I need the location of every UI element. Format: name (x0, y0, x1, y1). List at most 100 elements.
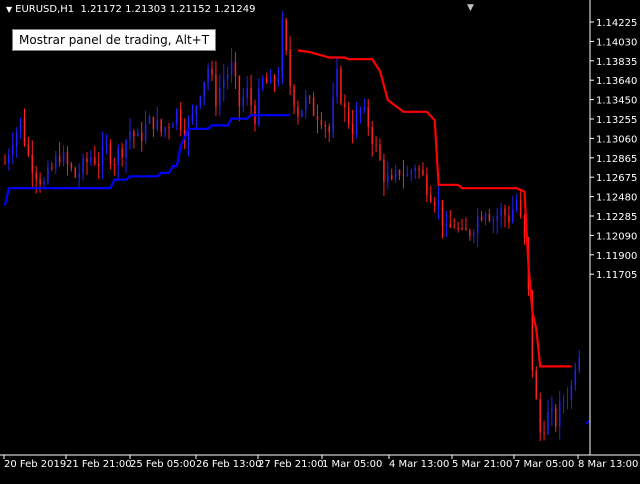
candle-body (211, 68, 213, 75)
candle-body (51, 167, 53, 169)
price-tick-label: 1.12090 (596, 231, 637, 242)
candle-body (97, 163, 100, 166)
candle-body (285, 20, 287, 50)
candle-body (301, 110, 303, 117)
ohlc-values: 1.21172 1.21303 1.21152 1.21249 (80, 4, 256, 15)
candle-body (441, 200, 444, 226)
candle-body (86, 158, 88, 162)
candle-body (578, 357, 580, 370)
candle-body (66, 152, 69, 165)
candle-body (230, 61, 233, 75)
candle-body (316, 115, 319, 121)
candle-body (504, 208, 506, 216)
candle-body (375, 144, 377, 146)
candle-body (484, 214, 487, 221)
candle-body (367, 107, 370, 128)
candle-body (558, 401, 561, 427)
candle-body (12, 145, 14, 156)
candle-body (461, 227, 463, 229)
candle-body (195, 106, 198, 115)
candle-body (47, 167, 49, 182)
candle-body (94, 156, 96, 164)
candle-body (328, 126, 330, 133)
candle-body (90, 156, 92, 162)
collapse-triangle-icon[interactable]: ▼ (467, 3, 474, 13)
candle-body (19, 118, 22, 132)
candle-body (199, 96, 202, 107)
candle-body (347, 107, 350, 125)
candle-body (8, 155, 10, 163)
candle-body (320, 120, 323, 125)
chart-window[interactable]: 1.14225 1.14030 1.13835 1.13640 1.13450 1.132… (0, 0, 640, 480)
time-tick-label: 1 Mar 05:00 (322, 459, 382, 470)
candle-body (414, 168, 416, 172)
candle-body (39, 178, 41, 185)
candle-body (109, 144, 112, 164)
triangle-down-icon[interactable]: ▼ (6, 5, 12, 14)
time-tick-label: 26 Feb 13:00 (196, 459, 262, 470)
candle-body (422, 169, 424, 175)
candle-body (562, 400, 565, 402)
candle-body (82, 158, 84, 174)
candle-body (297, 106, 299, 117)
candle-body (457, 227, 459, 229)
price-tick-label: 1.13255 (596, 115, 637, 126)
candle-body (180, 109, 182, 130)
candle-body (566, 399, 569, 401)
candle-body (35, 172, 37, 179)
candle-body (371, 127, 373, 145)
candle-body (574, 369, 577, 385)
candle-body (176, 109, 178, 125)
price-tick-label: 1.12285 (596, 212, 637, 223)
candle-body (23, 118, 26, 145)
candle-body (515, 200, 518, 210)
candle-body (203, 81, 205, 97)
chart-canvas[interactable]: 1.14225 1.14030 1.13835 1.13640 1.13450 1.132… (0, 0, 640, 480)
candle-body (222, 78, 225, 89)
candle-body (137, 132, 139, 137)
price-tick-label: 1.12675 (596, 173, 637, 184)
candle-body (129, 131, 131, 141)
candle-body (305, 96, 307, 111)
time-tick-label: 20 Feb 2019 (4, 459, 66, 470)
candle-body (351, 124, 354, 135)
candle-body (406, 174, 409, 177)
candle-body (258, 88, 260, 125)
time-tick-label: 5 Mar 21:00 (452, 459, 512, 470)
candle-body (101, 145, 104, 166)
candle-body (105, 144, 108, 146)
candle-body (125, 140, 127, 158)
candle-body (27, 144, 30, 155)
price-tick-label: 1.11705 (596, 270, 637, 281)
candle-body (355, 112, 358, 135)
candle-body (207, 68, 209, 82)
candle-body (402, 174, 405, 177)
candle-body (379, 144, 381, 160)
candle-body (273, 77, 276, 82)
chart-header: ▼ EURUSD,H1 1.21172 1.21303 1.21152 1.212… (6, 4, 255, 15)
time-tick-label: 27 Feb 21:00 (258, 459, 324, 470)
candle-body (547, 411, 549, 434)
candle-body (215, 74, 217, 106)
chart-background (0, 0, 640, 480)
candle-body (277, 78, 280, 82)
candle-body (234, 61, 237, 77)
candle-body (172, 124, 174, 128)
price-tick-label: 1.14225 (596, 18, 637, 29)
candle-body (4, 162, 6, 164)
candle-body (469, 230, 471, 236)
candle-body (308, 96, 311, 98)
candle-body (500, 208, 502, 217)
candle-body (551, 408, 553, 412)
candle-body (152, 116, 155, 129)
candle-body (54, 156, 57, 169)
candle-body (336, 68, 338, 98)
candle-body (410, 171, 412, 175)
candle-body (250, 88, 252, 106)
candle-body (363, 107, 366, 109)
candle-body (512, 209, 514, 223)
candle-body (430, 195, 432, 202)
candle-body (570, 384, 573, 400)
candle-body (219, 88, 221, 106)
candle-body (449, 223, 452, 228)
